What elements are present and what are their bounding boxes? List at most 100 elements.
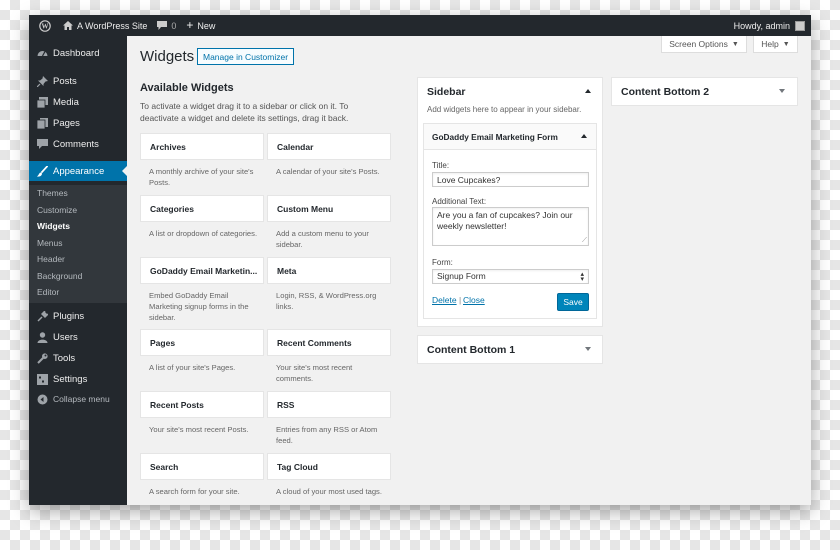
widget-description: Entries from any RSS or Atom feed. (276, 425, 378, 445)
widget-archives[interactable]: Archives (140, 133, 264, 160)
pages-icon (36, 117, 48, 129)
close-link[interactable]: Close (463, 295, 485, 305)
collapse-arrow-icon[interactable] (581, 134, 587, 138)
save-button[interactable]: Save (557, 293, 589, 311)
menu-label-dashboard: Dashboard (53, 47, 100, 59)
widget-pages[interactable]: Pages (140, 329, 264, 356)
widget-panel-title: GoDaddy Email Marketing Form (432, 132, 558, 142)
widget-description: A list or dropdown of categories. (149, 229, 258, 238)
plug-icon (36, 310, 48, 322)
additional-text-field[interactable]: Are you a fan of cupcakes? Join our week… (432, 207, 589, 246)
content-bottom-2-area[interactable]: Content Bottom 2 (611, 77, 798, 106)
menu-label-appearance: Appearance (53, 165, 105, 177)
admin-menu: Dashboard Posts Media Pages Comments App… (29, 36, 127, 505)
menu-item-pages[interactable]: Pages (29, 113, 127, 133)
menu-item-users[interactable]: Users (29, 327, 127, 347)
widget-calendar[interactable]: Calendar (267, 133, 391, 160)
menu-item-tools[interactable]: Tools (29, 348, 127, 368)
available-widgets-heading: Available Widgets (140, 82, 234, 94)
widget-recent-comments[interactable]: Recent Comments (267, 329, 391, 356)
delete-link[interactable]: Delete (432, 295, 457, 305)
collapse-arrow-icon[interactable] (585, 89, 591, 93)
comments-count: 0 (171, 20, 177, 31)
menu-label-media: Media (53, 96, 79, 108)
widget-tag-cloud[interactable]: Tag Cloud (267, 453, 391, 480)
menu-item-plugins[interactable]: Plugins (29, 306, 127, 326)
settings-icon (36, 373, 48, 385)
submenu-header[interactable]: Header (37, 254, 65, 264)
menu-label-comments: Comments (53, 138, 99, 150)
widget-description: Embed GoDaddy Email Marketing signup for… (149, 291, 249, 322)
wordpress-logo-icon[interactable]: W (39, 19, 51, 32)
menu-item-appearance[interactable]: Appearance (29, 161, 127, 181)
additional-text-label: Additional Text: (432, 197, 487, 206)
submenu-customize[interactable]: Customize (37, 205, 77, 215)
title-field[interactable]: Love Cupcakes? (432, 172, 589, 187)
comments-icon (36, 138, 48, 150)
admin-bar: W A WordPress Site 0 + New Howdy, admin (29, 15, 811, 36)
menu-item-dashboard[interactable]: Dashboard (29, 43, 127, 63)
collapse-icon (36, 393, 48, 405)
comment-icon (157, 21, 168, 30)
form-select[interactable]: Signup Form ▴ ▾ (432, 269, 589, 284)
widget-description: Your site's most recent Posts. (149, 425, 249, 434)
content-bottom-1-title: Content Bottom 1 (427, 344, 516, 356)
widget-custom-menu[interactable]: Custom Menu (267, 195, 391, 222)
comments-link[interactable]: 0 (157, 21, 176, 31)
expand-arrow-icon[interactable] (585, 347, 591, 351)
title-field-label: Title: (432, 161, 450, 170)
widget-description: A monthly archive of your site's Posts. (149, 167, 254, 187)
account-menu[interactable]: Howdy, admin (734, 20, 805, 31)
available-widgets-description: To activate a widget drag it to a sideba… (140, 101, 349, 123)
widget-description: A cloud of your most used tags. (276, 487, 382, 496)
menu-item-media[interactable]: Media (29, 92, 127, 112)
caret-down-icon: ▼ (782, 40, 790, 48)
user-icon (36, 331, 48, 343)
help-button[interactable]: Help ▼ (753, 36, 798, 53)
widget-categories[interactable]: Categories (140, 195, 264, 222)
wrench-icon (36, 352, 48, 364)
link-separator: | (459, 295, 462, 305)
content-bottom-1-area[interactable]: Content Bottom 1 (417, 335, 603, 364)
resize-handle-icon[interactable]: ⟋ (582, 237, 587, 245)
site-name-link[interactable]: A WordPress Site (63, 21, 147, 31)
form-select-value: Signup Form (437, 271, 486, 281)
widget-description: A calendar of your site's Posts. (276, 167, 380, 176)
submenu-widgets[interactable]: Widgets (37, 221, 70, 231)
widget-recent-posts[interactable]: Recent Posts (140, 391, 264, 418)
widget-rss[interactable]: RSS (267, 391, 391, 418)
submenu-themes[interactable]: Themes (37, 188, 68, 198)
widget-description: A search form for your site. (149, 487, 240, 496)
submenu-menus[interactable]: Menus (37, 238, 63, 248)
menu-label-pages: Pages (53, 117, 80, 129)
menu-item-settings[interactable]: Settings (29, 369, 127, 389)
sidebar-area-title: Sidebar (427, 86, 466, 98)
screen-options-button[interactable]: Screen Options ▼ (661, 36, 747, 53)
menu-label-posts: Posts (53, 75, 77, 87)
manage-in-customizer-button[interactable]: Manage in Customizer (197, 48, 295, 65)
svg-text:W: W (42, 22, 49, 30)
submenu-editor[interactable]: Editor (37, 287, 59, 297)
dashboard-icon (36, 47, 48, 59)
widget-description: A list of your site's Pages. (149, 363, 236, 372)
select-arrows-icon: ▴ ▾ (580, 270, 584, 283)
collapse-label: Collapse menu (53, 394, 110, 404)
help-label: Help (761, 39, 779, 49)
menu-item-posts[interactable]: Posts (29, 71, 127, 91)
media-icon (36, 96, 48, 108)
collapse-menu-button[interactable]: Collapse menu (29, 389, 127, 409)
avatar (795, 20, 805, 31)
menu-item-comments[interactable]: Comments (29, 134, 127, 154)
menu-label-tools: Tools (53, 352, 76, 364)
widget-godaddy-email-marketing[interactable]: GoDaddy Email Marketin... (140, 257, 264, 284)
home-icon (63, 21, 73, 30)
expand-arrow-icon[interactable] (779, 89, 785, 93)
paintbrush-icon (36, 165, 48, 177)
widget-search[interactable]: Search (140, 453, 264, 480)
widget-meta[interactable]: Meta (267, 257, 391, 284)
browser-window: W A WordPress Site 0 + New Howdy, admin … (29, 15, 811, 505)
pin-icon (36, 75, 48, 87)
widget-description: Add a custom menu to your sidebar. (276, 229, 369, 249)
submenu-background[interactable]: Background (37, 271, 82, 281)
new-content-link[interactable]: + New (186, 19, 215, 31)
